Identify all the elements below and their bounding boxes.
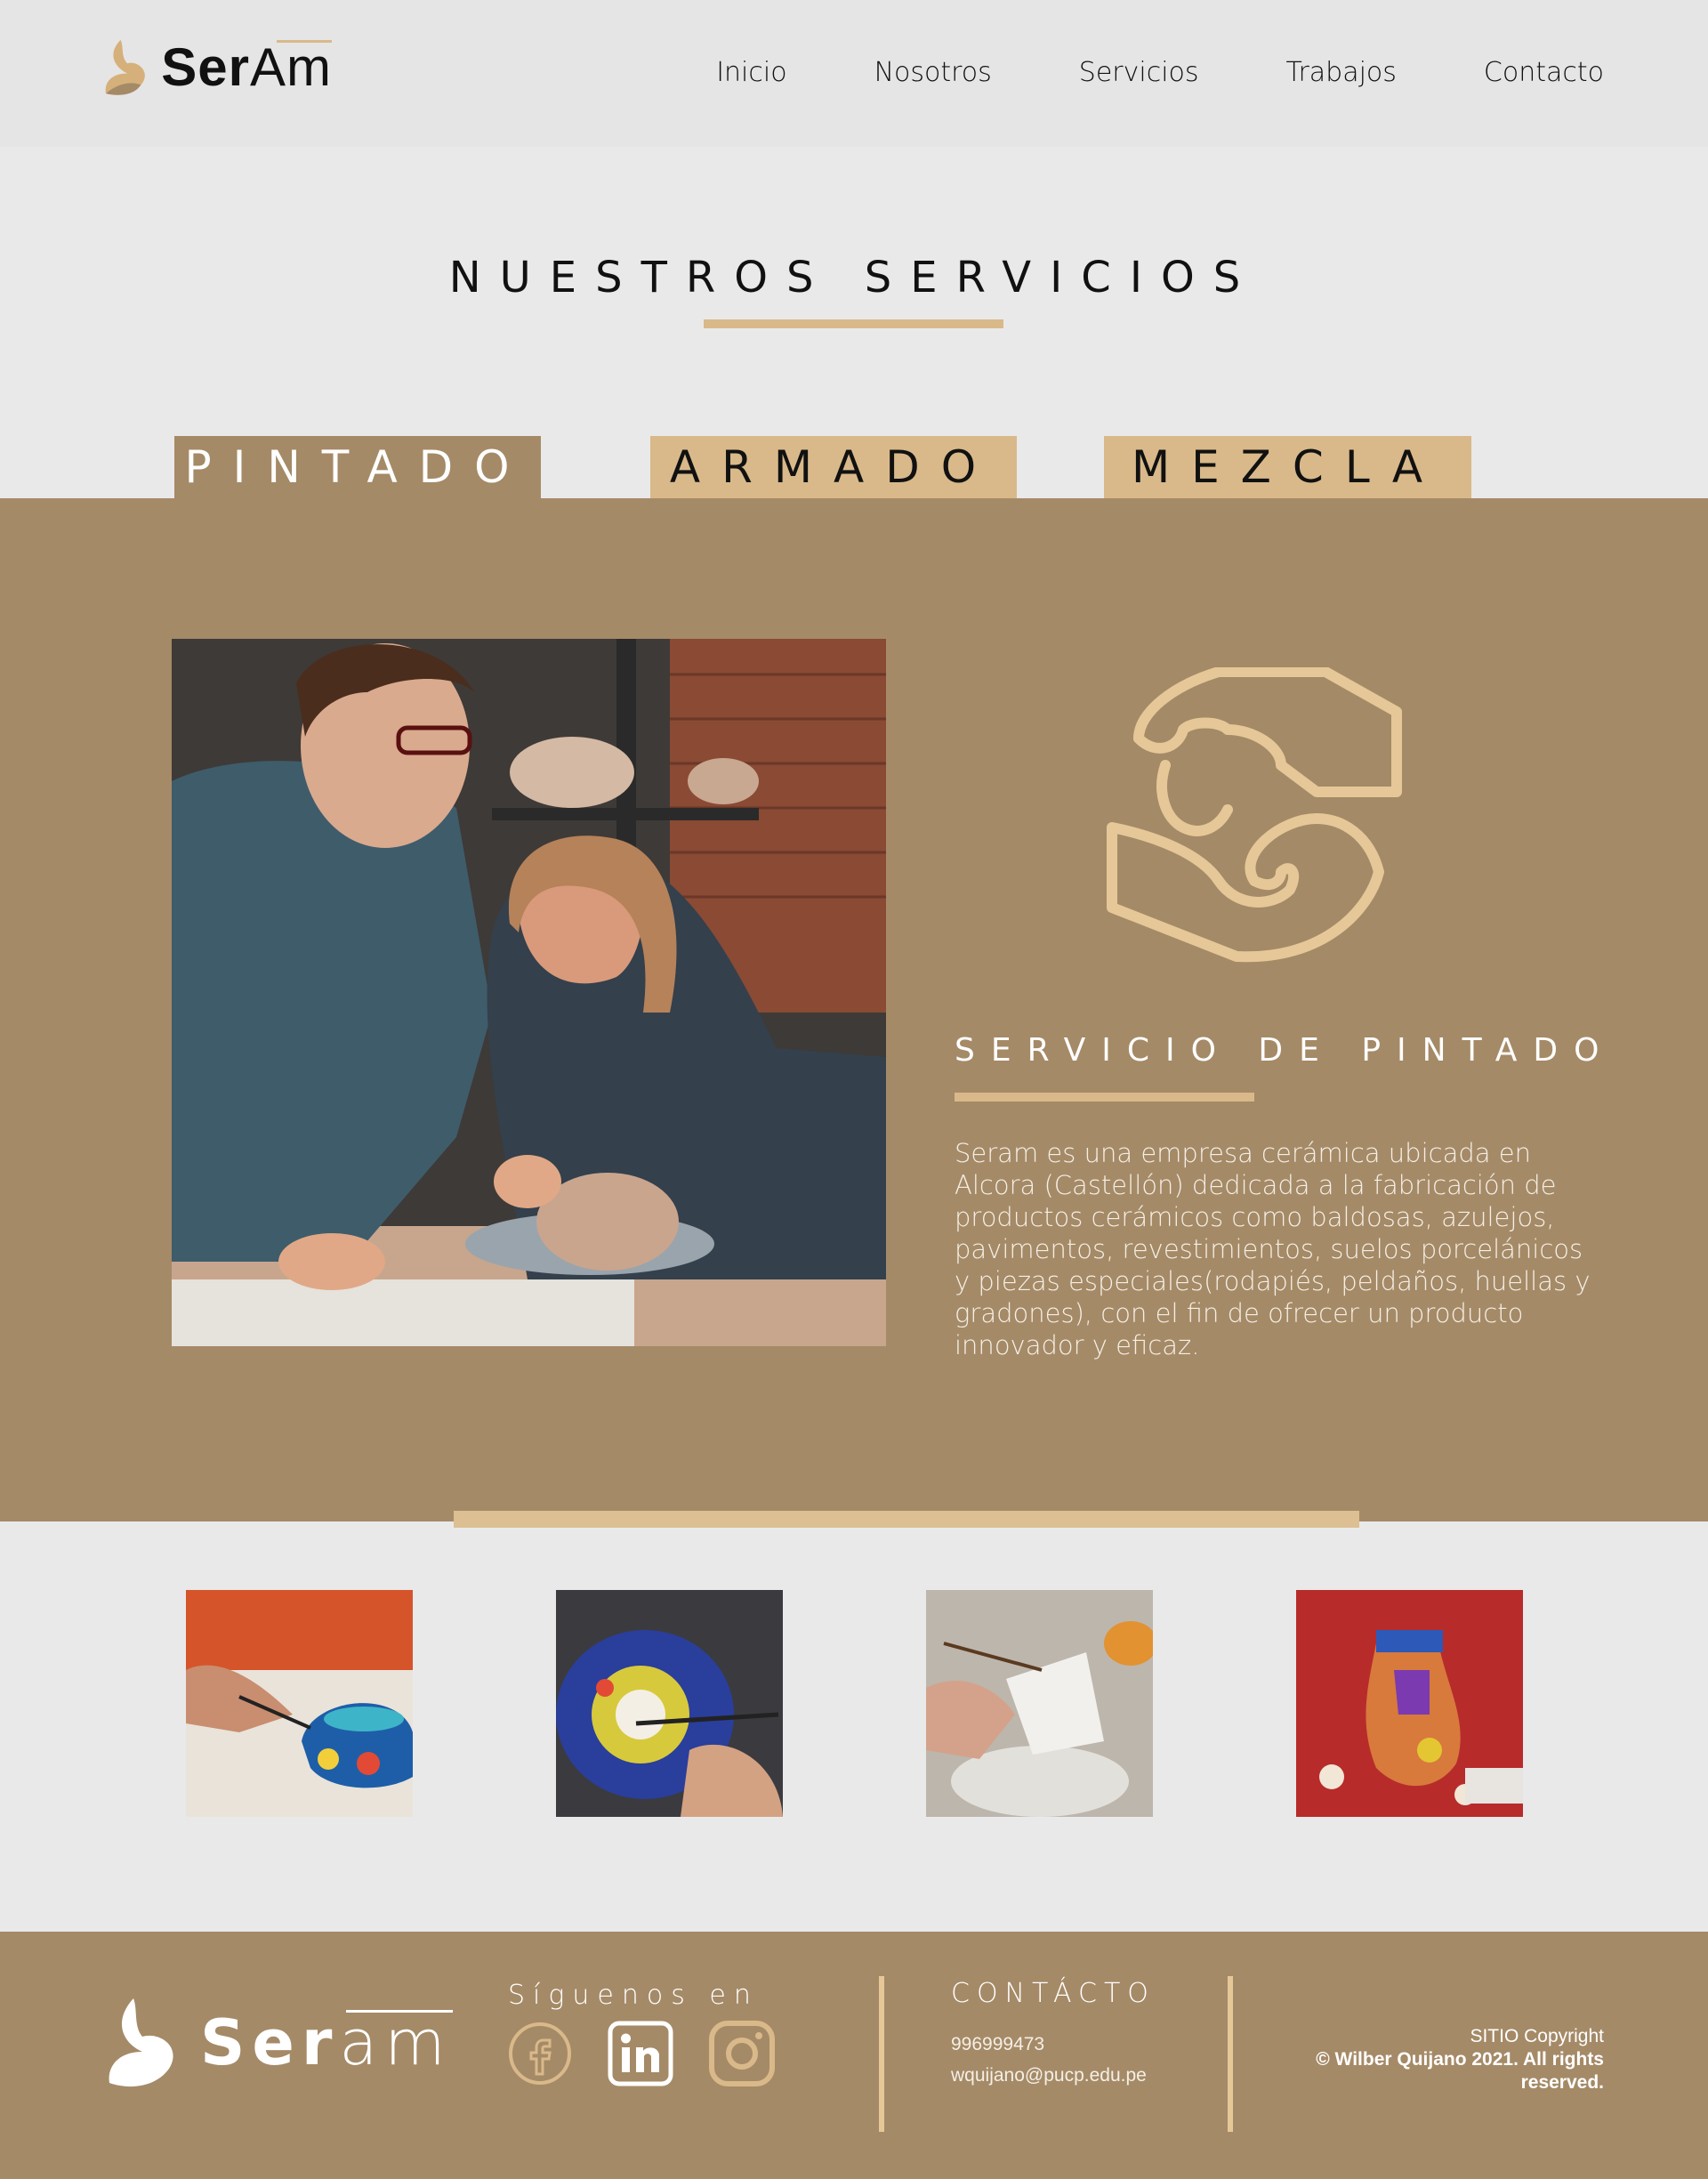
drop-logo-icon (105, 39, 145, 95)
gallery-thumb-bowl[interactable] (186, 1590, 413, 1817)
main-nav: Inicio Nosotros Servicios Trabajos Conta… (716, 57, 1604, 88)
gallery-thumb-cup[interactable] (926, 1590, 1153, 1817)
footer-divider (1228, 1976, 1233, 2132)
follow-label: Síguenos en (508, 1980, 759, 2011)
nav-inicio[interactable]: Inicio (716, 57, 786, 88)
copyright: SITIO Copyright © Wilber Quijano 2021. A… (1310, 2025, 1604, 2094)
nav-trabajos[interactable]: Trabajos (1286, 57, 1397, 88)
tab-pintado[interactable]: PINTADO (174, 436, 541, 498)
nav-nosotros[interactable]: Nosotros (874, 57, 992, 88)
footer-logo-bar (345, 2010, 453, 2013)
linkedin-icon[interactable] (608, 2021, 673, 2086)
contact-phone[interactable]: 996999473 (951, 2034, 1044, 2055)
gallery-thumb-vase[interactable] (1296, 1590, 1523, 1817)
title-underline (704, 319, 1003, 328)
service-underline (955, 1093, 1254, 1102)
logo-wordmark: SerAm (161, 36, 332, 98)
divider-bar (454, 1511, 1359, 1528)
footer-divider (879, 1976, 884, 2132)
gallery-thumb-egg[interactable] (556, 1590, 783, 1817)
section-title: NUESTROS SERVICIOS (448, 253, 1260, 303)
hands-icon (1107, 667, 1402, 963)
footer-logo-bold: Ser (200, 2006, 340, 2079)
nav-servicios[interactable]: Servicios (1079, 57, 1199, 88)
tab-mezcla[interactable]: MEZCLA (1104, 436, 1471, 498)
copyright-line2: © Wilber Quijano 2021. All rights reserv… (1316, 2049, 1604, 2093)
nav-contacto[interactable]: Contacto (1484, 57, 1604, 88)
service-description: Seram es una empresa cerámica ubicada en… (955, 1138, 1591, 1360)
site-footer: Seram Síguenos en CONTÁCTO 996999473 wqu… (0, 1932, 1708, 2179)
footer-logo-wordmark: Seram (200, 2006, 453, 2079)
seram-logo[interactable]: SerAm (101, 27, 332, 107)
drop-logo-icon (109, 1998, 173, 2087)
contact-email[interactable]: wquijano@pucp.edu.pe (951, 2065, 1147, 2086)
copyright-line1: SITIO Copyright (1470, 2026, 1604, 2046)
footer-logo[interactable]: Seram (102, 1994, 453, 2092)
tab-armado[interactable]: ARMADO (650, 436, 1017, 498)
logo-text-bold: Ser (161, 36, 250, 97)
footer-logo-light: am (339, 2006, 453, 2079)
instagram-icon[interactable] (709, 2021, 775, 2086)
contact-title: CONTÁCTO (951, 1978, 1156, 2009)
logo-text-light: Am (250, 36, 332, 97)
site-header: SerAm Inicio Nosotros Servicios Trabajos… (0, 0, 1708, 147)
pottery-workshop-photo (172, 639, 886, 1346)
service-heading: SERVICIO DE PINTADO (955, 1032, 1615, 1069)
facebook-icon[interactable] (507, 2021, 573, 2086)
logo-bar (277, 39, 332, 43)
